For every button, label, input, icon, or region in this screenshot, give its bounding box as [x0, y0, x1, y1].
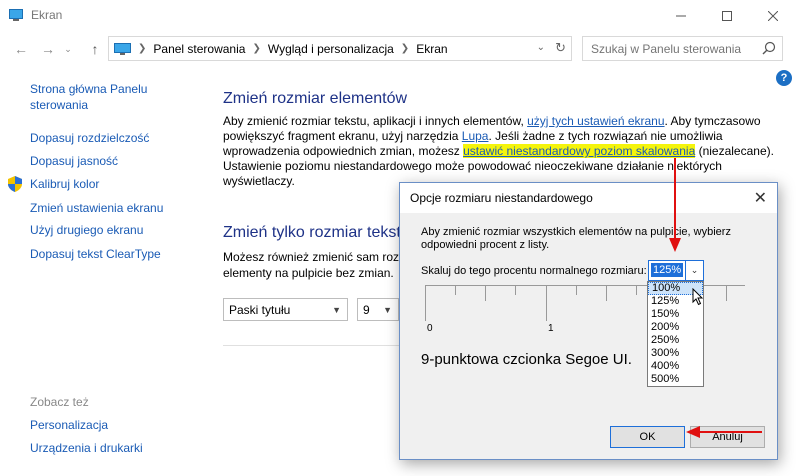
shield-icon	[8, 176, 22, 192]
search-box[interactable]	[582, 36, 783, 61]
option-400[interactable]: 400%	[648, 360, 703, 373]
ruler-tick	[726, 285, 727, 301]
option-500[interactable]: 500%	[648, 373, 703, 386]
ruler-tick	[515, 285, 516, 295]
breadcrumb-display[interactable]: Ekran	[416, 42, 447, 56]
forward-button[interactable]: →	[38, 40, 58, 58]
sidebar-item-cleartype[interactable]: Dopasuj tekst ClearType	[30, 246, 161, 263]
font-size-select[interactable]: 9 ▼	[357, 298, 399, 321]
ok-button[interactable]: OK	[610, 426, 685, 448]
sample-text: 9-punktowa czcionka Segoe UI.	[421, 351, 632, 368]
divider	[223, 345, 399, 346]
ruler-tick	[576, 285, 577, 295]
text-size-description: Możesz również zmienić sam rozm elementy…	[223, 249, 399, 281]
arrow-up-icon: ↑	[91, 41, 99, 57]
resize-description: Aby zmienić rozmiar tekstu, aplikacji i …	[223, 114, 775, 189]
scale-percent-combo[interactable]: 125% ⌄	[648, 260, 704, 281]
up-button[interactable]: ↑	[85, 40, 105, 58]
sidebar-item-brightness[interactable]: Dopasuj jasność	[30, 153, 118, 170]
close-icon	[768, 10, 778, 21]
sidebar-item-calibrate-color[interactable]: Kalibruj kolor	[30, 176, 99, 193]
breadcrumb-separator-icon: ❯	[400, 43, 410, 54]
refresh-icon[interactable]: ↻	[555, 40, 566, 56]
font-size-select-value: 9	[363, 302, 370, 317]
dialog-title-bar: Opcje rozmiaru niestandardowego ✕	[400, 183, 777, 213]
mouse-cursor-icon	[692, 288, 704, 306]
custom-sizing-dialog: Opcje rozmiaru niestandardowego ✕ Aby zm…	[399, 182, 778, 460]
cancel-button[interactable]: Anuluj	[690, 426, 765, 448]
dialog-title: Opcje rozmiaru niestandardowego	[410, 191, 593, 205]
arrow-right-icon: →	[41, 41, 55, 57]
dialog-close-icon[interactable]: ✕	[754, 188, 767, 208]
window-title: Ekran	[31, 8, 63, 22]
element-select-value: Paski tytułu	[229, 302, 291, 317]
chevron-down-icon: ▼	[332, 305, 341, 315]
description-text: Aby zmienić rozmiar tekstu, aplikacji i …	[223, 114, 528, 128]
recent-locations-button[interactable]: ⌄	[58, 40, 78, 58]
element-select[interactable]: Paski tytułu ▼	[223, 298, 348, 321]
dialog-description: Aby zmienić rozmiar wszystkich elementów…	[421, 226, 731, 251]
ruler-tick	[485, 285, 486, 301]
search-input[interactable]	[591, 41, 761, 56]
search-icon[interactable]	[762, 41, 776, 55]
ruler-label: 1	[548, 323, 554, 334]
scale-percent-value: 125%	[651, 263, 684, 277]
option-250[interactable]: 250%	[648, 334, 703, 347]
chevron-down-icon: ▼	[383, 305, 392, 315]
see-also-heading: Zobacz też	[30, 395, 89, 409]
ruler-tick	[636, 285, 637, 295]
sidebar-item-devices-printers[interactable]: Urządzenia i drukarki	[30, 440, 143, 457]
breadcrumb-separator-icon: ❯	[138, 43, 147, 54]
monitor-icon	[9, 9, 23, 21]
title-bar: Ekran	[0, 0, 796, 31]
arrow-left-icon: ←	[14, 41, 28, 57]
display-settings-link[interactable]: użyj tych ustawień ekranu	[527, 114, 664, 128]
description-line: Możesz również zmienić sam rozm	[223, 250, 399, 264]
address-bar[interactable]: ❯ Panel sterowania ❯ Wygląd i personaliz…	[108, 36, 572, 61]
ruler-tick	[425, 285, 426, 321]
control-panel-icon	[114, 42, 131, 55]
scale-label: Skaluj do tego procentu normalnego rozmi…	[421, 265, 647, 277]
back-button[interactable]: ←	[11, 40, 31, 58]
help-icon[interactable]: ?	[776, 70, 792, 86]
section-heading-text-size: Zmień tylko rozmiar tekstu	[223, 224, 410, 241]
maximize-button[interactable]	[704, 0, 750, 31]
ruler-tick	[606, 285, 607, 301]
minimize-button[interactable]	[658, 0, 704, 31]
option-150[interactable]: 150%	[648, 308, 703, 321]
ruler-tick	[546, 285, 547, 321]
chevron-down-icon[interactable]: ⌄	[685, 261, 703, 280]
description-line: elementy na pulpicie bez zmian.	[223, 266, 394, 280]
sidebar-item-home[interactable]: Strona główna Panelu	[30, 81, 147, 98]
minimize-icon	[676, 15, 686, 16]
custom-scaling-link[interactable]: ustawić niestandardowy poziom skalowania	[463, 144, 696, 158]
breadcrumb-control-panel[interactable]: Panel sterowania	[153, 42, 245, 56]
sidebar-item-home-cont[interactable]: sterowania	[30, 97, 88, 114]
chevron-down-icon: ⌄	[64, 43, 72, 54]
option-200[interactable]: 200%	[648, 321, 703, 334]
close-button[interactable]	[750, 0, 796, 31]
breadcrumb-appearance[interactable]: Wygląd i personalizacja	[268, 42, 394, 56]
magnifier-link[interactable]: Lupa	[462, 129, 489, 143]
sidebar-item-second-screen[interactable]: Użyj drugiego ekranu	[30, 222, 143, 239]
option-300[interactable]: 300%	[648, 347, 703, 360]
ruler-tick	[455, 285, 456, 295]
sidebar-item-display-settings[interactable]: Zmień ustawienia ekranu	[30, 200, 163, 217]
maximize-icon	[722, 10, 732, 21]
sidebar-item-resolution[interactable]: Dopasuj rozdzielczość	[30, 130, 149, 147]
navigation-bar: ← → ⌄ ↑ ❯ Panel sterowania ❯ Wygląd i pe…	[0, 33, 796, 65]
sidebar-item-personalization[interactable]: Personalizacja	[30, 417, 108, 434]
section-heading-resize-items: Zmień rozmiar elementów	[223, 90, 408, 107]
breadcrumb-separator-icon: ❯	[252, 43, 261, 54]
address-dropdown-icon[interactable]: ⌄	[537, 42, 545, 53]
ruler-label: 0	[427, 323, 433, 334]
